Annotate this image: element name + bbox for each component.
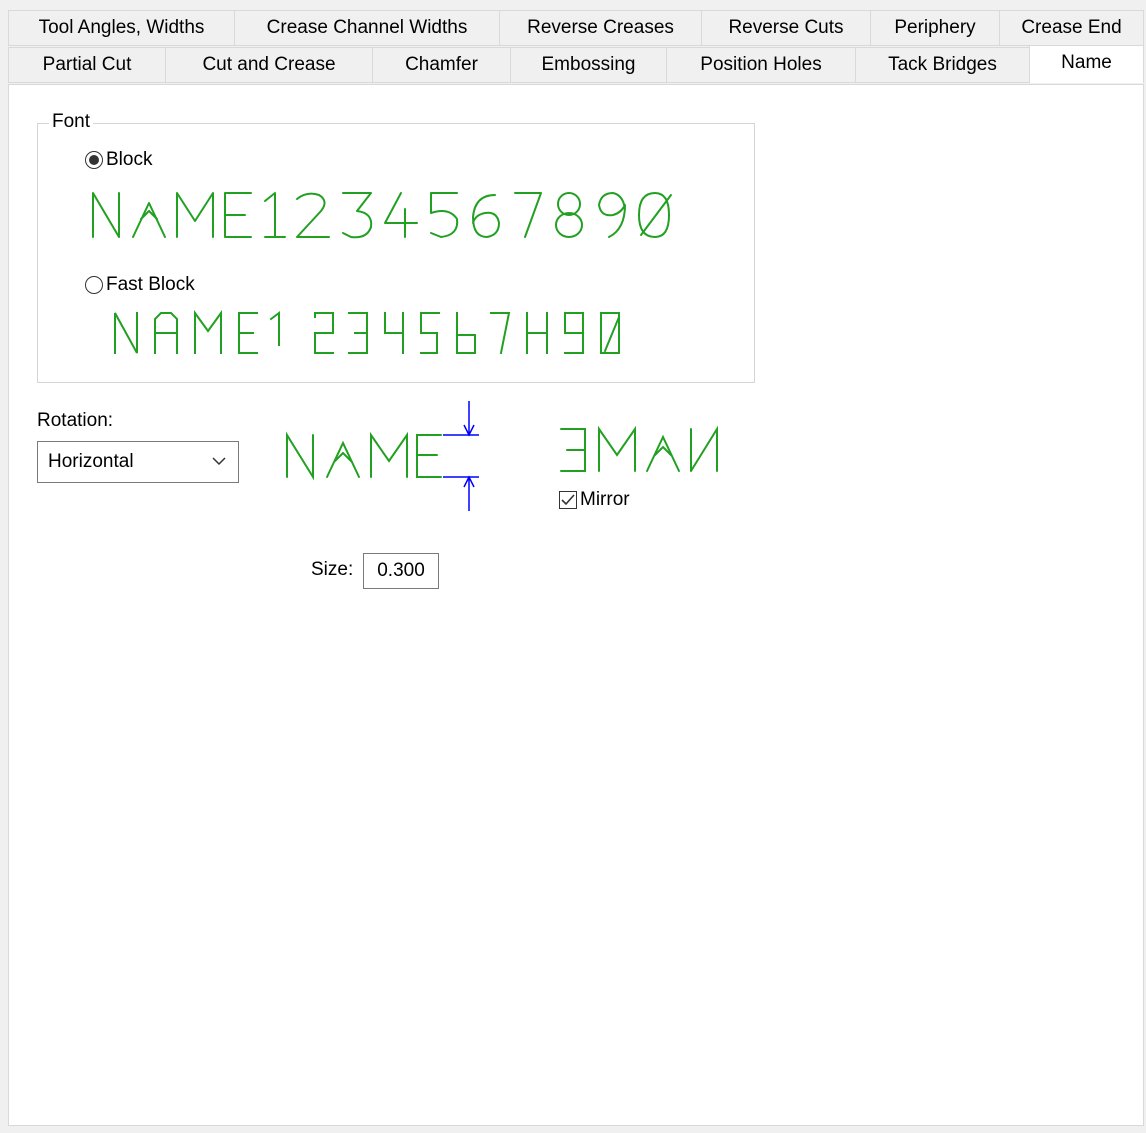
- checkmark-icon: [561, 494, 575, 506]
- tab-position-holes[interactable]: Position Holes: [666, 47, 856, 83]
- tab-chamfer[interactable]: Chamfer: [372, 47, 511, 83]
- tab-tool-angles-widths[interactable]: Tool Angles, Widths: [8, 10, 235, 46]
- tab-crease-channel-widths[interactable]: Crease Channel Widths: [234, 10, 500, 46]
- fast-block-radio[interactable]: Fast Block: [85, 274, 195, 296]
- tab-cut-and-crease[interactable]: Cut and Crease: [165, 47, 373, 83]
- rotation-combobox[interactable]: Horizontal: [37, 441, 239, 483]
- mirror-checkbox-box[interactable]: [559, 491, 577, 509]
- block-radio-circle[interactable]: [85, 151, 103, 169]
- rotation-label: Rotation:: [37, 410, 114, 431]
- size-label: Size:: [311, 559, 354, 580]
- tab-embossing[interactable]: Embossing: [510, 47, 667, 83]
- block-radio-label: Block: [106, 149, 153, 170]
- tab-reverse-cuts[interactable]: Reverse Cuts: [701, 10, 871, 46]
- size-dimension-preview: [286, 401, 479, 511]
- tab-name[interactable]: Name: [1029, 45, 1144, 83]
- rotation-combobox-value: Horizontal: [48, 451, 134, 472]
- radio-selected-dot: [89, 155, 99, 165]
- chevron-down-icon: [212, 457, 226, 466]
- block-radio[interactable]: Block: [85, 149, 152, 171]
- tab-reverse-creases[interactable]: Reverse Creases: [499, 10, 702, 46]
- fast-block-radio-label: Fast Block: [106, 274, 195, 295]
- tab-tack-bridges[interactable]: Tack Bridges: [855, 47, 1030, 83]
- mirror-label: Mirror: [580, 489, 630, 510]
- tab-periphery[interactable]: Periphery: [870, 10, 1000, 46]
- size-input[interactable]: 0.300: [363, 553, 439, 589]
- tab-partial-cut[interactable]: Partial Cut: [8, 47, 166, 83]
- mirror-checkbox[interactable]: Mirror: [559, 489, 630, 511]
- tab-crease-end[interactable]: Crease End: [999, 10, 1144, 46]
- fast-block-radio-circle[interactable]: [85, 276, 103, 294]
- name-tab-page: Font Block Fast Block Rotation: Horizont…: [8, 84, 1144, 1126]
- mirrored-name-preview: [560, 425, 718, 472]
- block-font-preview: [92, 192, 672, 239]
- font-group-legend: Font: [49, 111, 94, 133]
- fast-block-font-preview: [114, 309, 621, 355]
